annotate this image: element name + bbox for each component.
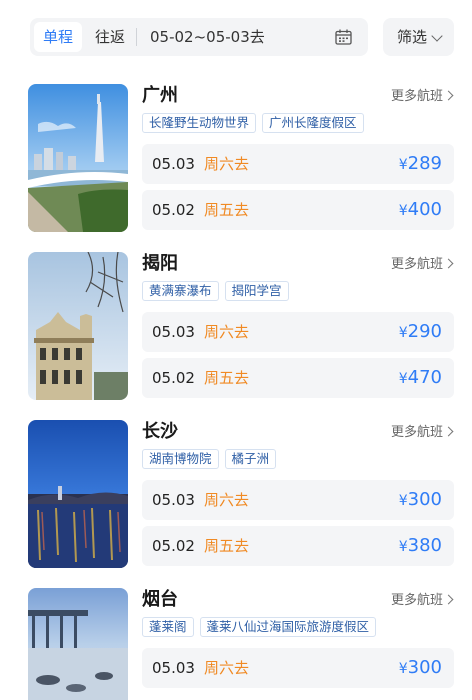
- more-flights-link[interactable]: 更多航班: [390, 256, 454, 274]
- search-bar: 单程 往返 05-02~05-03去: [30, 18, 368, 56]
- fare-price: ¥380: [399, 526, 442, 567]
- chevron-right-icon: [443, 594, 454, 605]
- fare-date: 05.03: [152, 659, 195, 677]
- chevron-down-icon: [431, 30, 443, 42]
- city-name: 揭阳: [142, 253, 178, 274]
- more-flights-link[interactable]: 更多航班: [390, 88, 454, 106]
- fare-price: ¥300: [399, 480, 442, 521]
- attraction-tags: 黄满寨瀑布 揭阳学宫: [142, 280, 295, 301]
- fare-date: 05.03: [152, 323, 195, 341]
- fare-row[interactable]: 05.02 周五去 ¥400: [142, 190, 454, 230]
- fare-weekday: 周五去: [204, 201, 250, 219]
- fare-weekday: 周六去: [204, 491, 250, 509]
- currency-symbol: ¥: [398, 371, 408, 387]
- attraction-tag[interactable]: 广州长隆度假区: [262, 113, 364, 133]
- tab-one-way[interactable]: 单程: [34, 22, 82, 52]
- date-range-selector[interactable]: 05-02~05-03去: [150, 22, 265, 52]
- more-flights-link[interactable]: 更多航班: [390, 592, 454, 610]
- attraction-tag[interactable]: 长隆野生动物世界: [142, 113, 257, 133]
- top-bar: 单程 往返 05-02~05-03去 筛选: [0, 0, 472, 74]
- attraction-tag[interactable]: 黄满寨瀑布: [142, 281, 219, 301]
- fare-price: ¥300: [399, 648, 442, 689]
- fare-row[interactable]: 05.02 周五去 ¥470: [142, 358, 454, 398]
- city-photo-yantai: [28, 588, 128, 700]
- fare-date: 05.03: [152, 155, 195, 173]
- currency-symbol: ¥: [398, 661, 408, 677]
- calendar-icon[interactable]: [335, 29, 352, 45]
- fare-date: 05.03: [152, 491, 195, 509]
- currency-symbol: ¥: [398, 325, 408, 341]
- destination-card[interactable]: 广州 更多航班 长隆野生动物世界 广州长隆度假区 05.03 周六去 ¥289 0…: [28, 84, 458, 234]
- attraction-tag[interactable]: 蓬莱阁: [142, 617, 194, 637]
- city-photo-guangzhou: [28, 84, 128, 232]
- fare-row[interactable]: 05.02 周五去 ¥380: [142, 526, 454, 566]
- fare-row[interactable]: 05.03 周六去 ¥300: [142, 648, 454, 688]
- more-flights-label: 更多航班: [390, 89, 443, 104]
- attraction-tag[interactable]: 湖南博物院: [142, 449, 219, 469]
- filter-label: 筛选: [397, 28, 428, 46]
- price-value: 300: [407, 489, 442, 510]
- chevron-right-icon: [443, 258, 454, 269]
- city-photo-changsha: [28, 420, 128, 568]
- more-flights-label: 更多航班: [390, 425, 443, 440]
- fare-date: 05.02: [152, 201, 195, 219]
- fare-price: ¥470: [399, 358, 442, 399]
- more-flights-label: 更多航班: [390, 257, 443, 272]
- price-value: 470: [407, 367, 442, 388]
- city-name: 广州: [142, 85, 178, 106]
- fare-date: 05.02: [152, 537, 195, 555]
- more-flights-label: 更多航班: [390, 593, 443, 608]
- fare-row[interactable]: 05.03 周六去 ¥290: [142, 312, 454, 352]
- fare-row[interactable]: 05.03 周六去 ¥300: [142, 480, 454, 520]
- price-value: 300: [407, 657, 442, 678]
- attraction-tags: 蓬莱阁 蓬莱八仙过海国际旅游度假区: [142, 616, 382, 637]
- chevron-right-icon: [443, 426, 454, 437]
- destination-card[interactable]: 烟台 更多航班 蓬莱阁 蓬莱八仙过海国际旅游度假区 05.03 周六去 ¥300: [28, 588, 458, 700]
- destination-card[interactable]: 揭阳 更多航班 黄满寨瀑布 揭阳学宫 05.03 周六去 ¥290 05.02 周…: [28, 252, 458, 402]
- attraction-tag[interactable]: 揭阳学宫: [224, 281, 289, 301]
- price-value: 380: [407, 535, 442, 556]
- more-flights-link[interactable]: 更多航班: [390, 424, 454, 442]
- currency-symbol: ¥: [398, 539, 408, 555]
- fare-weekday: 周五去: [204, 537, 250, 555]
- fare-weekday: 周六去: [204, 659, 250, 677]
- fare-weekday: 周五去: [204, 369, 250, 387]
- price-value: 400: [407, 199, 442, 220]
- divider: [136, 28, 137, 46]
- city-photo-jieyang: [28, 252, 128, 400]
- currency-symbol: ¥: [398, 203, 408, 219]
- city-name: 长沙: [142, 421, 178, 442]
- fare-row[interactable]: 05.03 周六去 ¥289: [142, 144, 454, 184]
- city-name: 烟台: [142, 589, 178, 610]
- price-value: 289: [407, 153, 442, 174]
- filter-button[interactable]: 筛选: [383, 18, 454, 56]
- tab-round-trip[interactable]: 往返: [88, 22, 132, 52]
- price-value: 290: [407, 321, 442, 342]
- chevron-right-icon: [443, 90, 454, 101]
- attraction-tag[interactable]: 橘子洲: [224, 449, 277, 469]
- attraction-tags: 长隆野生动物世界 广州长隆度假区: [142, 112, 370, 133]
- fare-price: ¥290: [399, 312, 442, 353]
- fare-price: ¥289: [399, 144, 442, 185]
- attraction-tags: 湖南博物院 橘子洲: [142, 448, 282, 469]
- currency-symbol: ¥: [398, 493, 408, 509]
- fare-date: 05.02: [152, 369, 195, 387]
- attraction-tag[interactable]: 蓬莱八仙过海国际旅游度假区: [199, 617, 377, 637]
- fare-weekday: 周六去: [204, 323, 250, 341]
- fare-price: ¥400: [399, 190, 442, 231]
- destination-card[interactable]: 长沙 更多航班 湖南博物院 橘子洲 05.03 周六去 ¥300 05.02 周五…: [28, 420, 458, 570]
- fare-weekday: 周六去: [204, 155, 250, 173]
- currency-symbol: ¥: [398, 157, 408, 173]
